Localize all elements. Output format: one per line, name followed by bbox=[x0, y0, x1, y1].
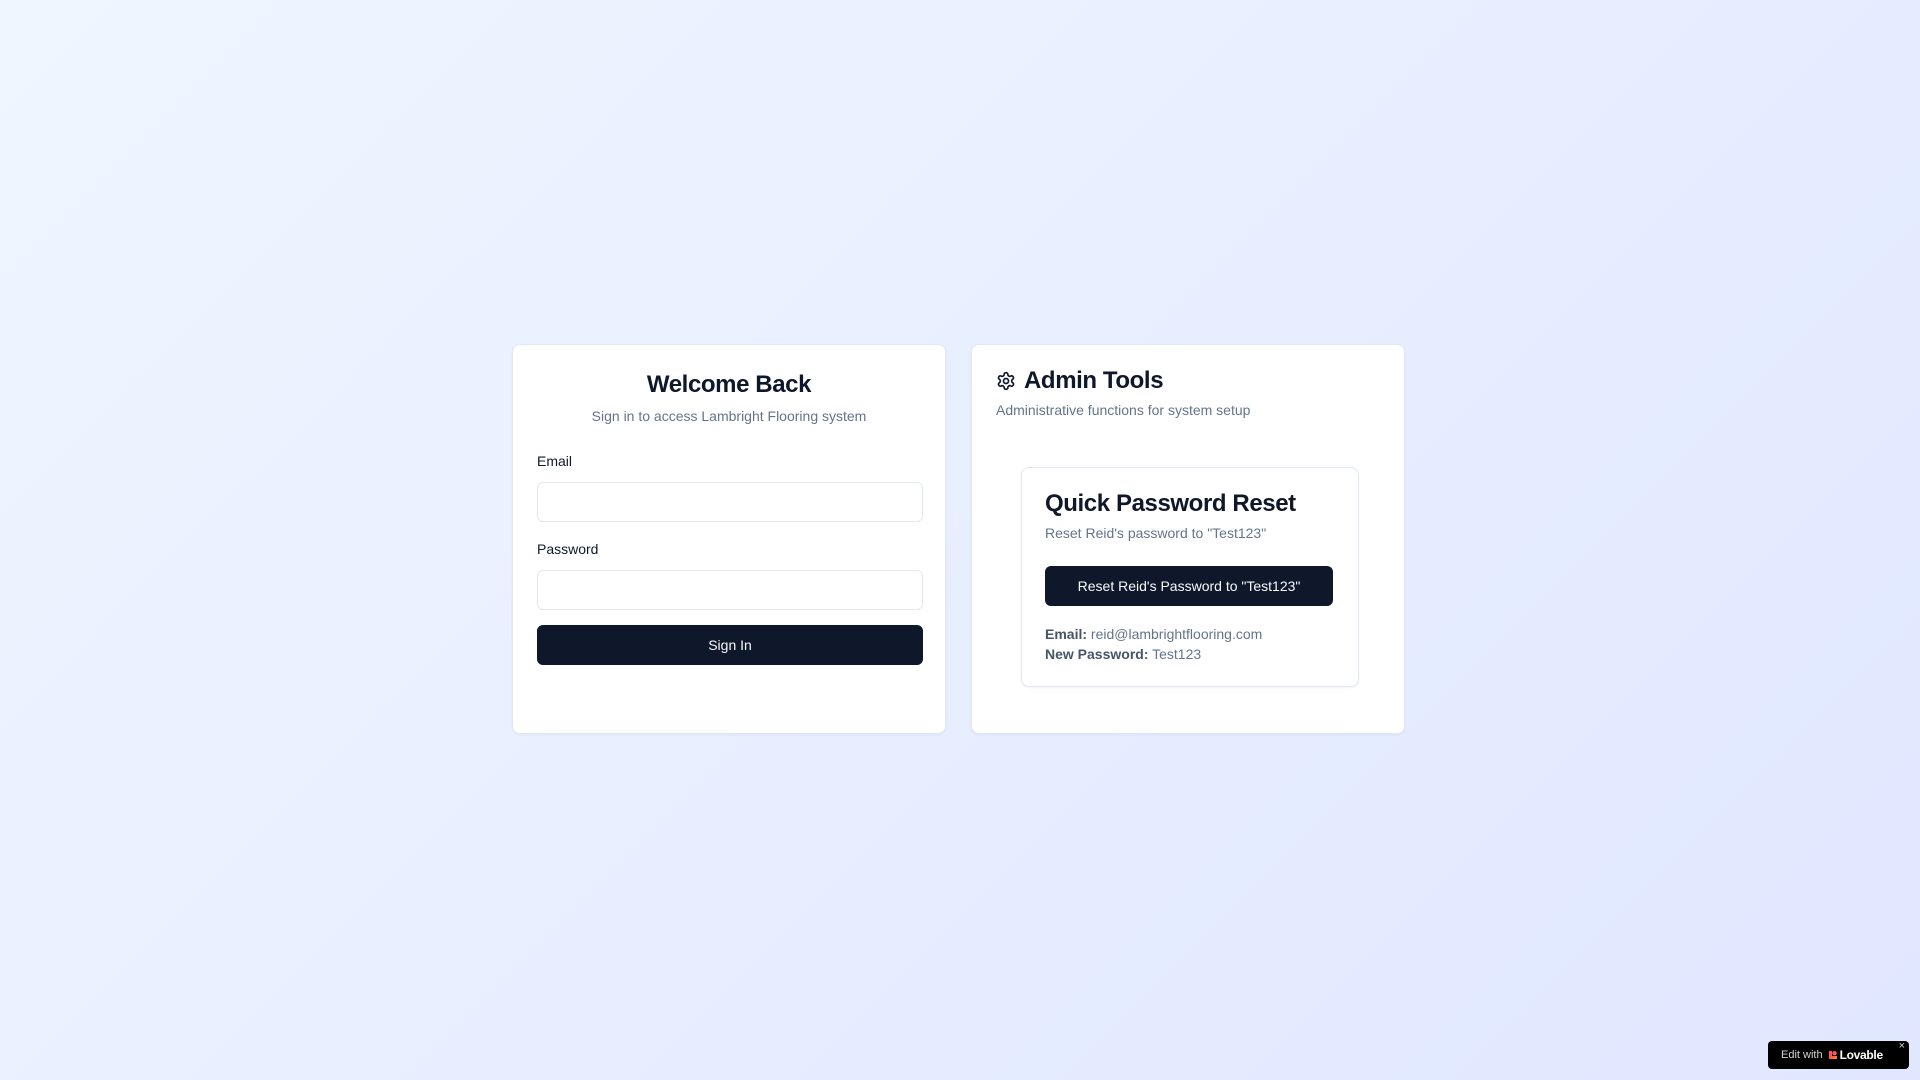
quick-password-reset-card: Quick Password Reset Reset Reid's passwo… bbox=[1021, 467, 1359, 687]
heart-icon bbox=[1828, 1051, 1837, 1059]
badge-brand: Lovable bbox=[1839, 1048, 1884, 1062]
edit-with-lovable-badge[interactable]: Edit with Lovable × bbox=[1768, 1041, 1909, 1069]
reset-email-line: Email: reid@lambrightflooring.com bbox=[1045, 625, 1262, 643]
login-subtitle: Sign in to access Lambright Flooring sys… bbox=[591, 408, 867, 424]
email-label: Email bbox=[537, 453, 573, 469]
password-input[interactable] bbox=[537, 570, 923, 610]
badge-close-icon[interactable]: × bbox=[1899, 1041, 1905, 1052]
admin-title: Admin Tools bbox=[1024, 367, 1164, 394]
password-label: Password bbox=[537, 541, 599, 557]
email-input[interactable] bbox=[537, 482, 923, 522]
admin-header: Admin Tools bbox=[996, 367, 1164, 396]
login-title: Welcome Back bbox=[646, 371, 812, 398]
reset-new-password-value: Test123 bbox=[1152, 646, 1202, 662]
reset-new-password-label: New Password: bbox=[1045, 646, 1149, 662]
reset-new-password-line: New Password: Test123 bbox=[1045, 645, 1201, 663]
reset-password-button[interactable]: Reset Reid's Password to "Test123" bbox=[1045, 566, 1333, 606]
reset-card-subtitle: Reset Reid's password to "Test123" bbox=[1045, 525, 1267, 541]
login-card: Welcome Back Sign in to access Lambright… bbox=[512, 344, 946, 734]
main-layout: Welcome Back Sign in to access Lambright… bbox=[512, 344, 1405, 734]
reset-email-value: reid@lambrightflooring.com bbox=[1090, 626, 1263, 642]
admin-tools-card: Admin Tools Administrative functions for… bbox=[971, 344, 1405, 734]
reset-card-title: Quick Password Reset bbox=[1045, 490, 1296, 517]
reset-email-label: Email: bbox=[1045, 626, 1088, 642]
sign-in-button[interactable]: Sign In bbox=[537, 625, 923, 665]
admin-subtitle: Administrative functions for system setu… bbox=[996, 402, 1251, 418]
badge-prefix: Edit with bbox=[1781, 1049, 1823, 1061]
gear-icon bbox=[997, 372, 1015, 391]
